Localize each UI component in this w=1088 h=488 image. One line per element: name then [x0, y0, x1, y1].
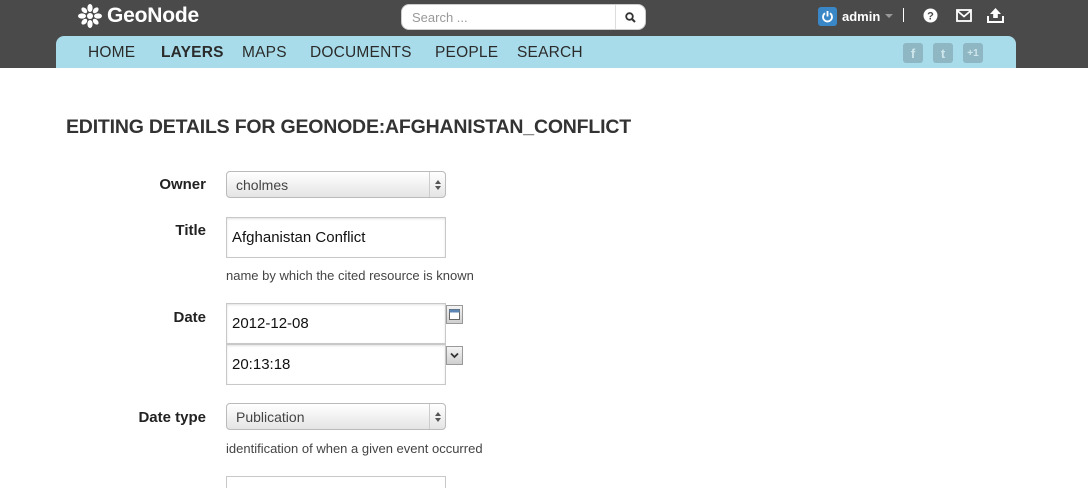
power-icon [818, 6, 837, 26]
geonode-logo[interactable]: GeoNode [77, 3, 199, 29]
nav-people[interactable]: PEOPLE [435, 44, 498, 62]
date-type-help-text: identification of when a given event occ… [226, 441, 483, 456]
google-plus-icon[interactable]: +1 [963, 43, 983, 63]
date-label: Date [173, 309, 206, 326]
user-name: admin [842, 8, 881, 24]
search-input[interactable] [402, 6, 614, 28]
facebook-icon[interactable]: f [903, 43, 923, 63]
select-arrows-icon [429, 404, 445, 429]
nav-documents[interactable]: DOCUMENTS [310, 44, 412, 62]
chevron-down-icon [885, 14, 894, 18]
nav-home[interactable]: HOME [88, 44, 135, 62]
title-label: Title [175, 222, 206, 239]
title-input[interactable]: Afghanistan Conflict [226, 217, 446, 258]
twitter-icon[interactable]: t [933, 43, 953, 63]
date-type-label: Date type [138, 409, 206, 426]
svg-text:?: ? [927, 11, 934, 23]
search-box [401, 4, 646, 30]
upload-icon[interactable] [987, 7, 1004, 24]
calendar-icon[interactable] [446, 305, 463, 324]
geonode-logo-icon [78, 4, 102, 28]
help-icon[interactable]: ? [922, 7, 939, 24]
search-icon [625, 11, 636, 23]
page-title: EDITING DETAILS FOR GEONODE:AFGHANISTAN_… [66, 116, 631, 138]
date-type-select[interactable]: Publication [226, 403, 446, 430]
nav-layers[interactable]: LAYERS [161, 44, 224, 62]
date-type-value: Publication [236, 409, 305, 425]
main-nav: HOME LAYERS MAPS DOCUMENTS PEOPLE SEARCH… [56, 36, 1016, 68]
date-input[interactable]: 2012-12-08 [226, 303, 446, 344]
divider [903, 8, 904, 22]
time-input[interactable]: 20:13:18 [226, 344, 446, 385]
nav-search[interactable]: SEARCH [517, 44, 583, 62]
owner-label: Owner [159, 176, 206, 193]
select-arrows-icon [429, 172, 445, 197]
twitter-glyph: t [940, 45, 946, 61]
time-dropdown-button[interactable] [446, 346, 463, 365]
chevron-down-icon [450, 352, 459, 359]
nav-maps[interactable]: MAPS [242, 44, 287, 62]
next-field-input[interactable] [226, 476, 446, 488]
owner-select[interactable]: cholmes [226, 171, 446, 198]
search-button[interactable] [615, 5, 645, 29]
logo-text: GeoNode [107, 4, 199, 27]
google-plus-glyph: +1 [967, 47, 979, 59]
mail-icon[interactable] [955, 7, 972, 24]
user-menu[interactable]: admin [818, 6, 894, 26]
facebook-glyph: f [910, 45, 916, 61]
owner-value: cholmes [236, 177, 289, 193]
title-help-text: name by which the cited resource is know… [226, 268, 474, 283]
